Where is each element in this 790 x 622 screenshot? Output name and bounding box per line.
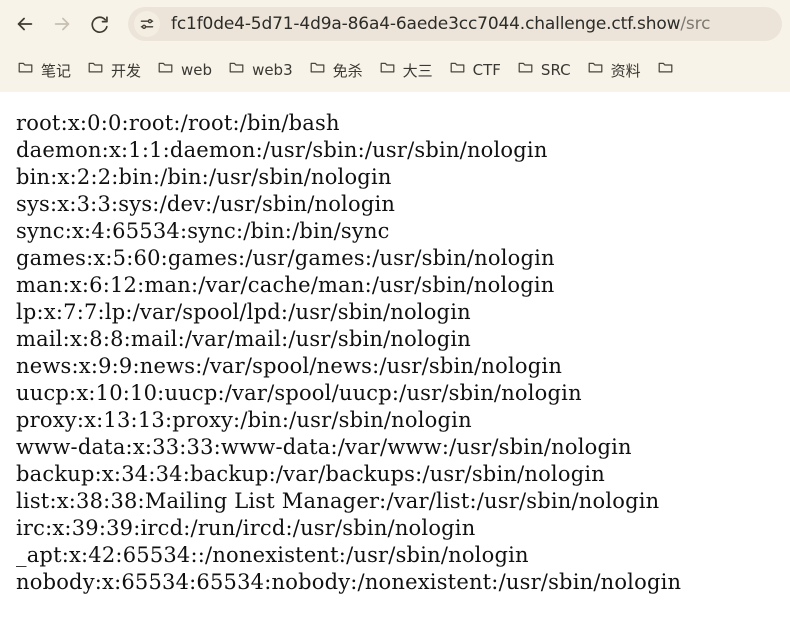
passwd-line: _apt:x:42:65534::/nonexistent:/usr/sbin/…: [16, 543, 529, 567]
passwd-line: man:x:6:12:man:/var/cache/man:/usr/sbin/…: [16, 273, 555, 297]
reload-button[interactable]: [82, 7, 116, 41]
passwd-line: news:x:9:9:news:/var/spool/news:/usr/sbi…: [16, 354, 563, 378]
folder-icon: [17, 59, 34, 81]
reload-icon: [89, 14, 110, 35]
passwd-line: sys:x:3:3:sys:/dev:/usr/sbin/nologin: [16, 192, 396, 216]
folder-icon: [87, 59, 104, 81]
bookmark-item-overflow[interactable]: [650, 55, 688, 85]
browser-chrome: fc1f0de4-5d71-4d9a-86a4-6aede3cc7044.cha…: [0, 0, 790, 92]
bookmark-item-web3[interactable]: web3: [221, 55, 300, 85]
arrow-left-icon: [14, 13, 36, 35]
back-button[interactable]: [8, 7, 42, 41]
passwd-line: daemon:x:1:1:daemon:/usr/sbin:/usr/sbin/…: [16, 138, 548, 162]
passwd-line: sync:x:4:65534:sync:/bin:/bin/sync: [16, 219, 390, 243]
forward-button[interactable]: [45, 7, 79, 41]
passwd-line: www-data:x:33:33:www-data:/var/www:/usr/…: [16, 435, 632, 459]
bookmark-item-web[interactable]: web: [150, 55, 219, 85]
passwd-line: proxy:x:13:13:proxy:/bin:/usr/sbin/nolog…: [16, 408, 472, 432]
bookmark-label: CTF: [472, 61, 501, 79]
bookmark-label: web3: [252, 61, 293, 79]
browser-toolbar: fc1f0de4-5d71-4d9a-86a4-6aede3cc7044.cha…: [0, 0, 790, 48]
folder-icon: [587, 59, 604, 81]
passwd-file-content: root:x:0:0:root:/root:/bin/bash daemon:x:…: [16, 110, 790, 596]
passwd-line: games:x:5:60:games:/usr/games:/usr/sbin/…: [16, 246, 555, 270]
folder-icon: [517, 59, 534, 81]
passwd-line: list:x:38:38:Mailing List Manager:/var/l…: [16, 489, 660, 513]
bookmark-label: 免杀: [332, 61, 363, 80]
passwd-line: backup:x:34:34:backup:/var/backups:/usr/…: [16, 462, 605, 486]
passwd-line: mail:x:8:8:mail:/var/mail:/usr/sbin/nolo…: [16, 327, 472, 351]
tune-sliders-icon[interactable]: [134, 11, 160, 37]
passwd-line: lp:x:7:7:lp:/var/spool/lpd:/usr/sbin/nol…: [16, 300, 471, 324]
bookmark-label: 资料: [610, 61, 641, 80]
folder-icon: [309, 59, 326, 81]
folder-icon: [379, 59, 396, 81]
bookmark-item-mianssha[interactable]: 免杀: [302, 55, 370, 85]
bookmark-label: 开发: [111, 61, 142, 80]
bookmark-label: 大三: [402, 61, 433, 80]
bookmark-label: SRC: [540, 61, 571, 79]
passwd-line: bin:x:2:2:bin:/bin:/usr/sbin/nologin: [16, 165, 392, 189]
address-bar[interactable]: fc1f0de4-5d71-4d9a-86a4-6aede3cc7044.cha…: [128, 7, 782, 41]
address-bar-text: fc1f0de4-5d71-4d9a-86a4-6aede3cc7044.cha…: [171, 14, 710, 34]
bookmark-item-ctf[interactable]: CTF: [442, 55, 508, 85]
address-host: fc1f0de4-5d71-4d9a-86a4-6aede3cc7044.cha…: [171, 14, 681, 34]
folder-icon: [157, 59, 174, 81]
bookmark-item-biji[interactable]: 笔记: [10, 55, 78, 85]
bookmarks-bar: 笔记 开发 web web3 免杀 大三 CTF SRC 资料: [0, 48, 790, 92]
passwd-line: irc:x:39:39:ircd:/run/ircd:/usr/sbin/nol…: [16, 516, 476, 540]
passwd-line: root:x:0:0:root:/root:/bin/bash: [16, 111, 340, 135]
bookmark-item-dasan[interactable]: 大三: [372, 55, 440, 85]
address-path: /src: [680, 14, 711, 34]
bookmark-label: 笔记: [41, 61, 72, 80]
folder-icon: [228, 59, 245, 81]
passwd-line: uucp:x:10:10:uucp:/var/spool/uucp:/usr/s…: [16, 381, 582, 405]
page-content: root:x:0:0:root:/root:/bin/bash daemon:x:…: [0, 92, 790, 622]
folder-icon: [449, 59, 466, 81]
folder-icon: [657, 59, 674, 81]
passwd-line: nobody:x:65534:65534:nobody:/nonexistent…: [16, 570, 682, 594]
bookmark-item-ziliao[interactable]: 资料: [580, 55, 648, 85]
bookmark-label: web: [181, 61, 213, 79]
bookmark-item-kaifa[interactable]: 开发: [80, 55, 148, 85]
bookmark-item-src[interactable]: SRC: [510, 55, 578, 85]
arrow-right-icon: [51, 13, 73, 35]
